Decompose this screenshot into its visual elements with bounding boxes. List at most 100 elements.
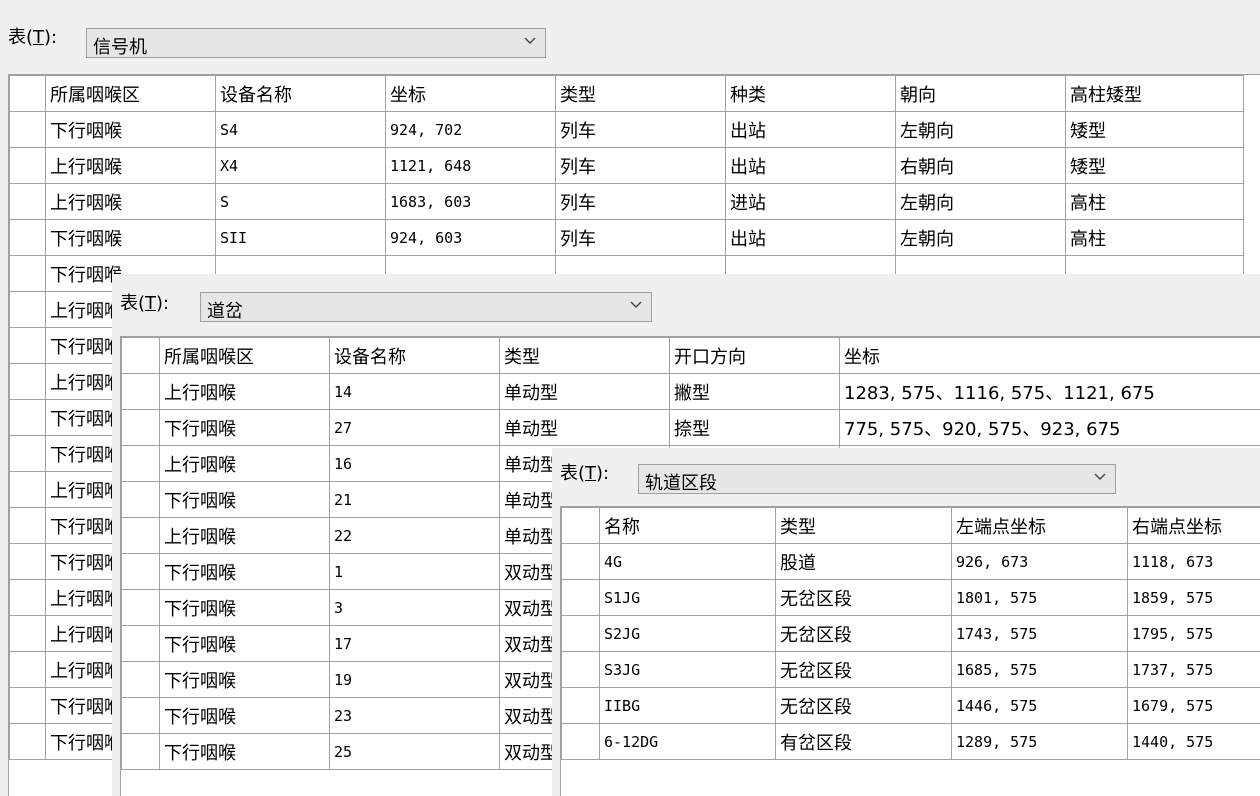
table-cell[interactable]: 下行咽喉 <box>159 661 330 698</box>
row-header[interactable] <box>9 543 46 580</box>
row-header[interactable] <box>9 435 46 472</box>
table-cell[interactable]: 下行咽喉 <box>159 481 330 518</box>
table-cell[interactable]: S2JG <box>599 615 776 652</box>
table-cell[interactable]: 下行咽喉 <box>159 625 330 662</box>
table-cell[interactable]: 6-12DG <box>599 723 776 760</box>
row-header[interactable] <box>9 471 46 508</box>
table-cell[interactable]: 单动型 <box>499 373 670 410</box>
table-row[interactable]: 上行咽喉 X4 1121, 648 列车 出站 右朝向 矮型 <box>9 147 1244 184</box>
table-cell[interactable]: 无岔区段 <box>775 615 952 652</box>
table-cell[interactable]: 924, 603 <box>385 219 556 256</box>
table-cell[interactable]: 列车 <box>555 147 726 184</box>
row-header[interactable] <box>121 373 160 410</box>
row-header[interactable] <box>9 399 46 436</box>
row-header[interactable] <box>121 589 160 626</box>
row-header[interactable] <box>121 553 160 590</box>
table-cell[interactable]: 16 <box>329 445 500 482</box>
row-header[interactable] <box>121 445 160 482</box>
table-cell[interactable]: X4 <box>215 147 386 184</box>
row-header[interactable] <box>121 481 160 518</box>
column-header[interactable]: 设备名称 <box>329 337 500 374</box>
table-cell[interactable]: 21 <box>329 481 500 518</box>
table-cell[interactable]: 19 <box>329 661 500 698</box>
row-header[interactable] <box>121 733 160 770</box>
table-cell[interactable]: 列车 <box>555 111 726 148</box>
table-cell[interactable]: 上行咽喉 <box>159 373 330 410</box>
table-cell[interactable]: 左朝向 <box>895 219 1066 256</box>
row-header[interactable] <box>561 615 600 652</box>
table-cell[interactable]: S <box>215 183 386 220</box>
table-cell[interactable]: 下行咽喉 <box>45 219 216 256</box>
table-cell[interactable]: S1JG <box>599 579 776 616</box>
row-header[interactable] <box>9 183 46 220</box>
table-cell[interactable]: 1679, 575 <box>1127 687 1260 724</box>
column-header[interactable]: 类型 <box>499 337 670 374</box>
column-header[interactable]: 坐标 <box>385 75 556 112</box>
row-header[interactable] <box>121 409 160 446</box>
table-cell[interactable]: 矮型 <box>1065 111 1244 148</box>
row-header[interactable] <box>9 687 46 724</box>
table-cell[interactable]: 高柱 <box>1065 219 1244 256</box>
row-header[interactable] <box>121 697 160 734</box>
row-header[interactable] <box>561 543 600 580</box>
row-header[interactable] <box>561 651 600 688</box>
table-cell[interactable]: 下行咽喉 <box>45 111 216 148</box>
column-header[interactable]: 高柱矮型 <box>1065 75 1244 112</box>
track-table-select[interactable]: 轨道区段 <box>638 464 1116 494</box>
table-cell[interactable]: 14 <box>329 373 500 410</box>
table-cell[interactable]: 无岔区段 <box>775 651 952 688</box>
column-header[interactable]: 设备名称 <box>215 75 386 112</box>
table-cell[interactable]: 1685, 575 <box>951 651 1128 688</box>
row-header[interactable] <box>9 507 46 544</box>
table-cell[interactable]: 股道 <box>775 543 952 580</box>
table-cell[interactable]: 上行咽喉 <box>45 183 216 220</box>
table-cell[interactable]: 4G <box>599 543 776 580</box>
table-cell[interactable]: 下行咽喉 <box>159 553 330 590</box>
column-header[interactable]: 种类 <box>725 75 896 112</box>
table-cell[interactable]: 1795, 575 <box>1127 615 1260 652</box>
table-cell[interactable]: 27 <box>329 409 500 446</box>
row-header[interactable] <box>9 723 46 760</box>
table-cell[interactable]: 高柱 <box>1065 183 1244 220</box>
row-header[interactable] <box>121 625 160 662</box>
table-cell[interactable]: S4 <box>215 111 386 148</box>
table-cell[interactable]: 1118, 673 <box>1127 543 1260 580</box>
signal-table-select[interactable]: 信号机 <box>86 28 546 58</box>
table-cell[interactable]: SII <box>215 219 386 256</box>
table-cell[interactable]: 1289, 575 <box>951 723 1128 760</box>
table-cell[interactable]: 926, 673 <box>951 543 1128 580</box>
table-cell[interactable]: 25 <box>329 733 500 770</box>
column-header[interactable]: 名称 <box>599 507 776 544</box>
table-cell[interactable]: 矮型 <box>1065 147 1244 184</box>
row-header[interactable] <box>9 579 46 616</box>
table-cell[interactable]: 1446, 575 <box>951 687 1128 724</box>
table-cell[interactable]: 出站 <box>725 219 896 256</box>
table-cell[interactable]: 1737, 575 <box>1127 651 1260 688</box>
table-cell[interactable]: 23 <box>329 697 500 734</box>
table-cell[interactable]: 左朝向 <box>895 183 1066 220</box>
column-header[interactable]: 左端点坐标 <box>951 507 1128 544</box>
table-cell[interactable]: IIBG <box>599 687 776 724</box>
row-header[interactable] <box>561 723 600 760</box>
table-cell[interactable]: 1 <box>329 553 500 590</box>
row-header[interactable] <box>9 327 46 364</box>
table-cell[interactable]: 1801, 575 <box>951 579 1128 616</box>
row-header[interactable] <box>9 255 46 292</box>
column-header[interactable]: 坐标 <box>839 337 1260 374</box>
column-header[interactable]: 所属咽喉区 <box>159 337 330 374</box>
table-cell[interactable]: 1859, 575 <box>1127 579 1260 616</box>
row-header[interactable] <box>9 219 46 256</box>
table-row[interactable]: 下行咽喉 S4 924, 702 列车 出站 左朝向 矮型 <box>9 111 1244 148</box>
table-cell[interactable]: 有岔区段 <box>775 723 952 760</box>
table-cell[interactable]: 右朝向 <box>895 147 1066 184</box>
table-cell[interactable]: 22 <box>329 517 500 554</box>
row-header[interactable] <box>561 579 600 616</box>
table-cell[interactable]: 捺型 <box>669 409 840 446</box>
row-header[interactable] <box>9 651 46 688</box>
row-header[interactable] <box>121 661 160 698</box>
column-header[interactable]: 朝向 <box>895 75 1066 112</box>
row-header[interactable] <box>9 363 46 400</box>
table-cell[interactable]: 列车 <box>555 183 726 220</box>
table-cell[interactable]: 无岔区段 <box>775 579 952 616</box>
table-cell[interactable]: 下行咽喉 <box>159 409 330 446</box>
